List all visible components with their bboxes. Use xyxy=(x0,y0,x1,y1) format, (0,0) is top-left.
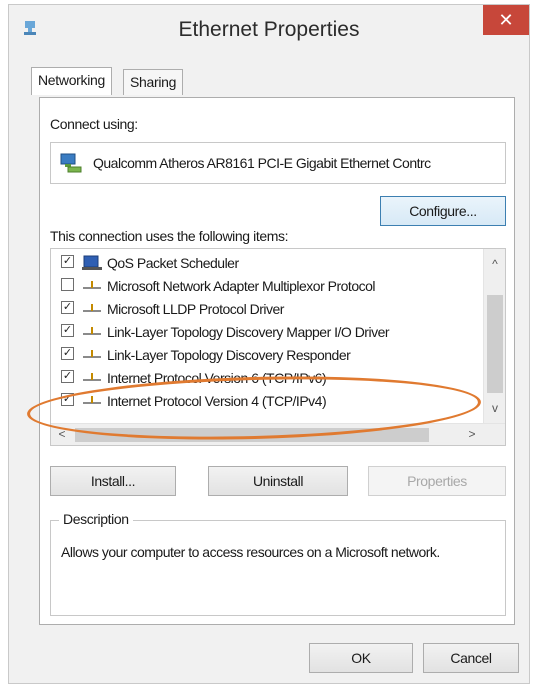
item-label: Microsoft Network Adapter Multiplexor Pr… xyxy=(107,278,376,294)
items-label: This connection uses the following items… xyxy=(50,228,289,244)
item-checkbox[interactable] xyxy=(61,278,74,291)
ok-button[interactable]: OK xyxy=(309,643,413,673)
list-item[interactable]: ✓ Link-Layer Topology Discovery Responde… xyxy=(51,343,483,366)
tab-networking[interactable]: Networking xyxy=(31,67,113,95)
list-item[interactable]: ✓ Microsoft LLDP Protocol Driver xyxy=(51,297,483,320)
description-group: Description Allows your computer to acce… xyxy=(50,511,506,616)
item-checkbox[interactable]: ✓ xyxy=(61,255,74,268)
configure-button[interactable]: Configure... xyxy=(380,196,506,226)
horizontal-scrollbar[interactable]: < > xyxy=(51,423,505,445)
list-item[interactable]: Microsoft Network Adapter Multiplexor Pr… xyxy=(51,274,483,297)
item-checkbox[interactable]: ✓ xyxy=(61,347,74,360)
item-label: Link-Layer Topology Discovery Responder xyxy=(107,347,351,363)
cancel-button[interactable]: Cancel xyxy=(423,643,519,673)
protocol-icon xyxy=(83,327,101,335)
item-label: Internet Protocol Version 6 (TCP/IPv6) xyxy=(107,370,327,386)
properties-dialog: Ethernet Properties ✕ Networking Sharing… xyxy=(8,4,530,684)
vertical-scrollbar[interactable]: ^ v xyxy=(483,249,505,423)
adapter-display: Qualcomm Atheros AR8161 PCI-E Gigabit Et… xyxy=(50,142,506,184)
item-label: QoS Packet Scheduler xyxy=(107,255,239,271)
close-button[interactable]: ✕ xyxy=(483,5,529,35)
tab-sharing[interactable]: Sharing xyxy=(123,69,184,95)
networking-panel: Connect using: Qualcomm Atheros AR8161 P… xyxy=(39,97,515,625)
items-list[interactable]: ✓ QoS Packet Scheduler Microsoft Network… xyxy=(50,248,506,446)
tab-label: Sharing xyxy=(130,74,177,90)
list-item[interactable]: ✓ QoS Packet Scheduler xyxy=(51,251,483,274)
window-title: Ethernet Properties xyxy=(178,18,360,41)
title-bar: Ethernet Properties ✕ xyxy=(9,5,529,51)
description-text: Allows your computer to access resources… xyxy=(61,544,440,560)
network-adapter-icon xyxy=(60,153,82,173)
protocol-icon xyxy=(83,304,101,312)
list-item[interactable]: ✓ Internet Protocol Version 6 (TCP/IPv6) xyxy=(51,366,483,389)
item-checkbox[interactable]: ✓ xyxy=(61,301,74,314)
adapter-name: Qualcomm Atheros AR8161 PCI-E Gigabit Et… xyxy=(93,155,431,171)
item-checkbox[interactable]: ✓ xyxy=(61,324,74,337)
item-checkbox[interactable]: ✓ xyxy=(61,393,74,406)
install-button[interactable]: Install... xyxy=(50,466,176,496)
tab-label: Networking xyxy=(38,72,106,88)
list-item[interactable]: ✓ Internet Protocol Version 4 (TCP/IPv4) xyxy=(51,389,483,412)
vertical-scroll-thumb[interactable] xyxy=(487,295,503,393)
item-checkbox[interactable]: ✓ xyxy=(61,370,74,383)
protocol-icon xyxy=(83,373,101,381)
item-label: Internet Protocol Version 4 (TCP/IPv4) xyxy=(107,393,327,409)
description-title: Description xyxy=(59,511,133,527)
scroll-down-icon[interactable]: v xyxy=(484,401,505,415)
horizontal-scroll-thumb[interactable] xyxy=(75,428,429,442)
scroll-left-icon[interactable]: < xyxy=(51,427,73,441)
scroll-right-icon[interactable]: > xyxy=(461,427,483,441)
connect-using-label: Connect using: xyxy=(50,116,138,132)
qos-scheduler-icon xyxy=(82,255,102,270)
protocol-icon xyxy=(83,350,101,358)
close-icon: ✕ xyxy=(498,10,514,30)
item-label: Microsoft LLDP Protocol Driver xyxy=(107,301,284,317)
uninstall-button[interactable]: Uninstall xyxy=(208,466,348,496)
scroll-up-icon[interactable]: ^ xyxy=(484,257,505,271)
protocol-icon xyxy=(83,281,101,289)
properties-button[interactable]: Properties xyxy=(368,466,506,496)
item-label: Link-Layer Topology Discovery Mapper I/O… xyxy=(107,324,390,340)
list-item[interactable]: ✓ Link-Layer Topology Discovery Mapper I… xyxy=(51,320,483,343)
protocol-icon xyxy=(83,396,101,404)
